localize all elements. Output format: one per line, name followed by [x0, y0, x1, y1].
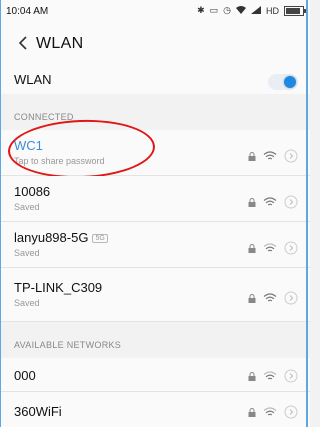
- screenshot-border: [0, 0, 308, 427]
